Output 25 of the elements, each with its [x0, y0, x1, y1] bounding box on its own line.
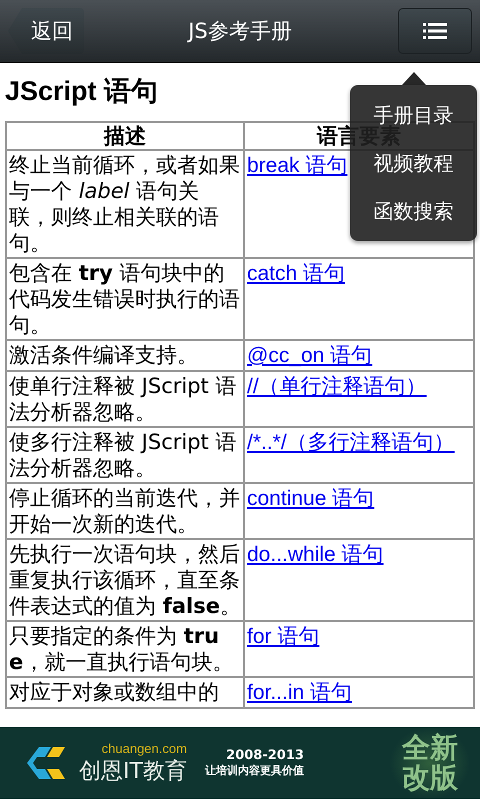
- slogan: 让培训内容更具价值: [204, 763, 304, 778]
- table-cell: 激活条件编译支持。: [6, 340, 244, 371]
- menu-item[interactable]: 函数搜索: [350, 187, 477, 235]
- menu-icon: [423, 23, 447, 39]
- page-heading: JScript 语句: [5, 75, 158, 108]
- table-cell: 使多行注释被 JScript 语法分析器忽略。: [6, 427, 244, 483]
- table-cell: 对应于对象或数组中的: [6, 677, 244, 708]
- site-address: chuangen.com: [102, 740, 187, 756]
- table-cell: 使单行注释被 JScript 语法分析器忽略。: [6, 371, 244, 427]
- app-title: JS参考手册: [188, 19, 292, 43]
- statement-link[interactable]: break 语句: [247, 154, 348, 177]
- statement-link[interactable]: catch 语句: [247, 262, 346, 285]
- brand-name: 创恩IT教育: [79, 758, 187, 786]
- table-cell: 终止当前循环，或者如果与一个 label 语句关联，则终止相关联的语句。: [6, 150, 244, 258]
- column-header: 描述: [6, 122, 244, 150]
- table-cell: 先执行一次语句块，然后重复执行该循环，直至条件表达式的值为 false。: [6, 539, 244, 621]
- table-cell: 只要指定的条件为 true，就一直执行语句块。: [6, 621, 244, 677]
- statement-link[interactable]: do...while 语句: [247, 543, 384, 566]
- ad-banner[interactable]: chuangen.com 创恩IT教育 2008-2013 让培训内容更具价值 全新改版: [0, 727, 480, 799]
- badge-text: 全新改版: [400, 733, 459, 793]
- year-range: 2008-2013: [226, 748, 304, 763]
- menu-button[interactable]: [398, 8, 472, 54]
- table-cell: 包含在 try 语句块中的代码发生错误时执行的语句。: [6, 258, 244, 340]
- table-cell: 停止循环的当前迭代，并开始一次新的迭代。: [6, 483, 244, 539]
- statement-link[interactable]: for 语句: [247, 625, 320, 648]
